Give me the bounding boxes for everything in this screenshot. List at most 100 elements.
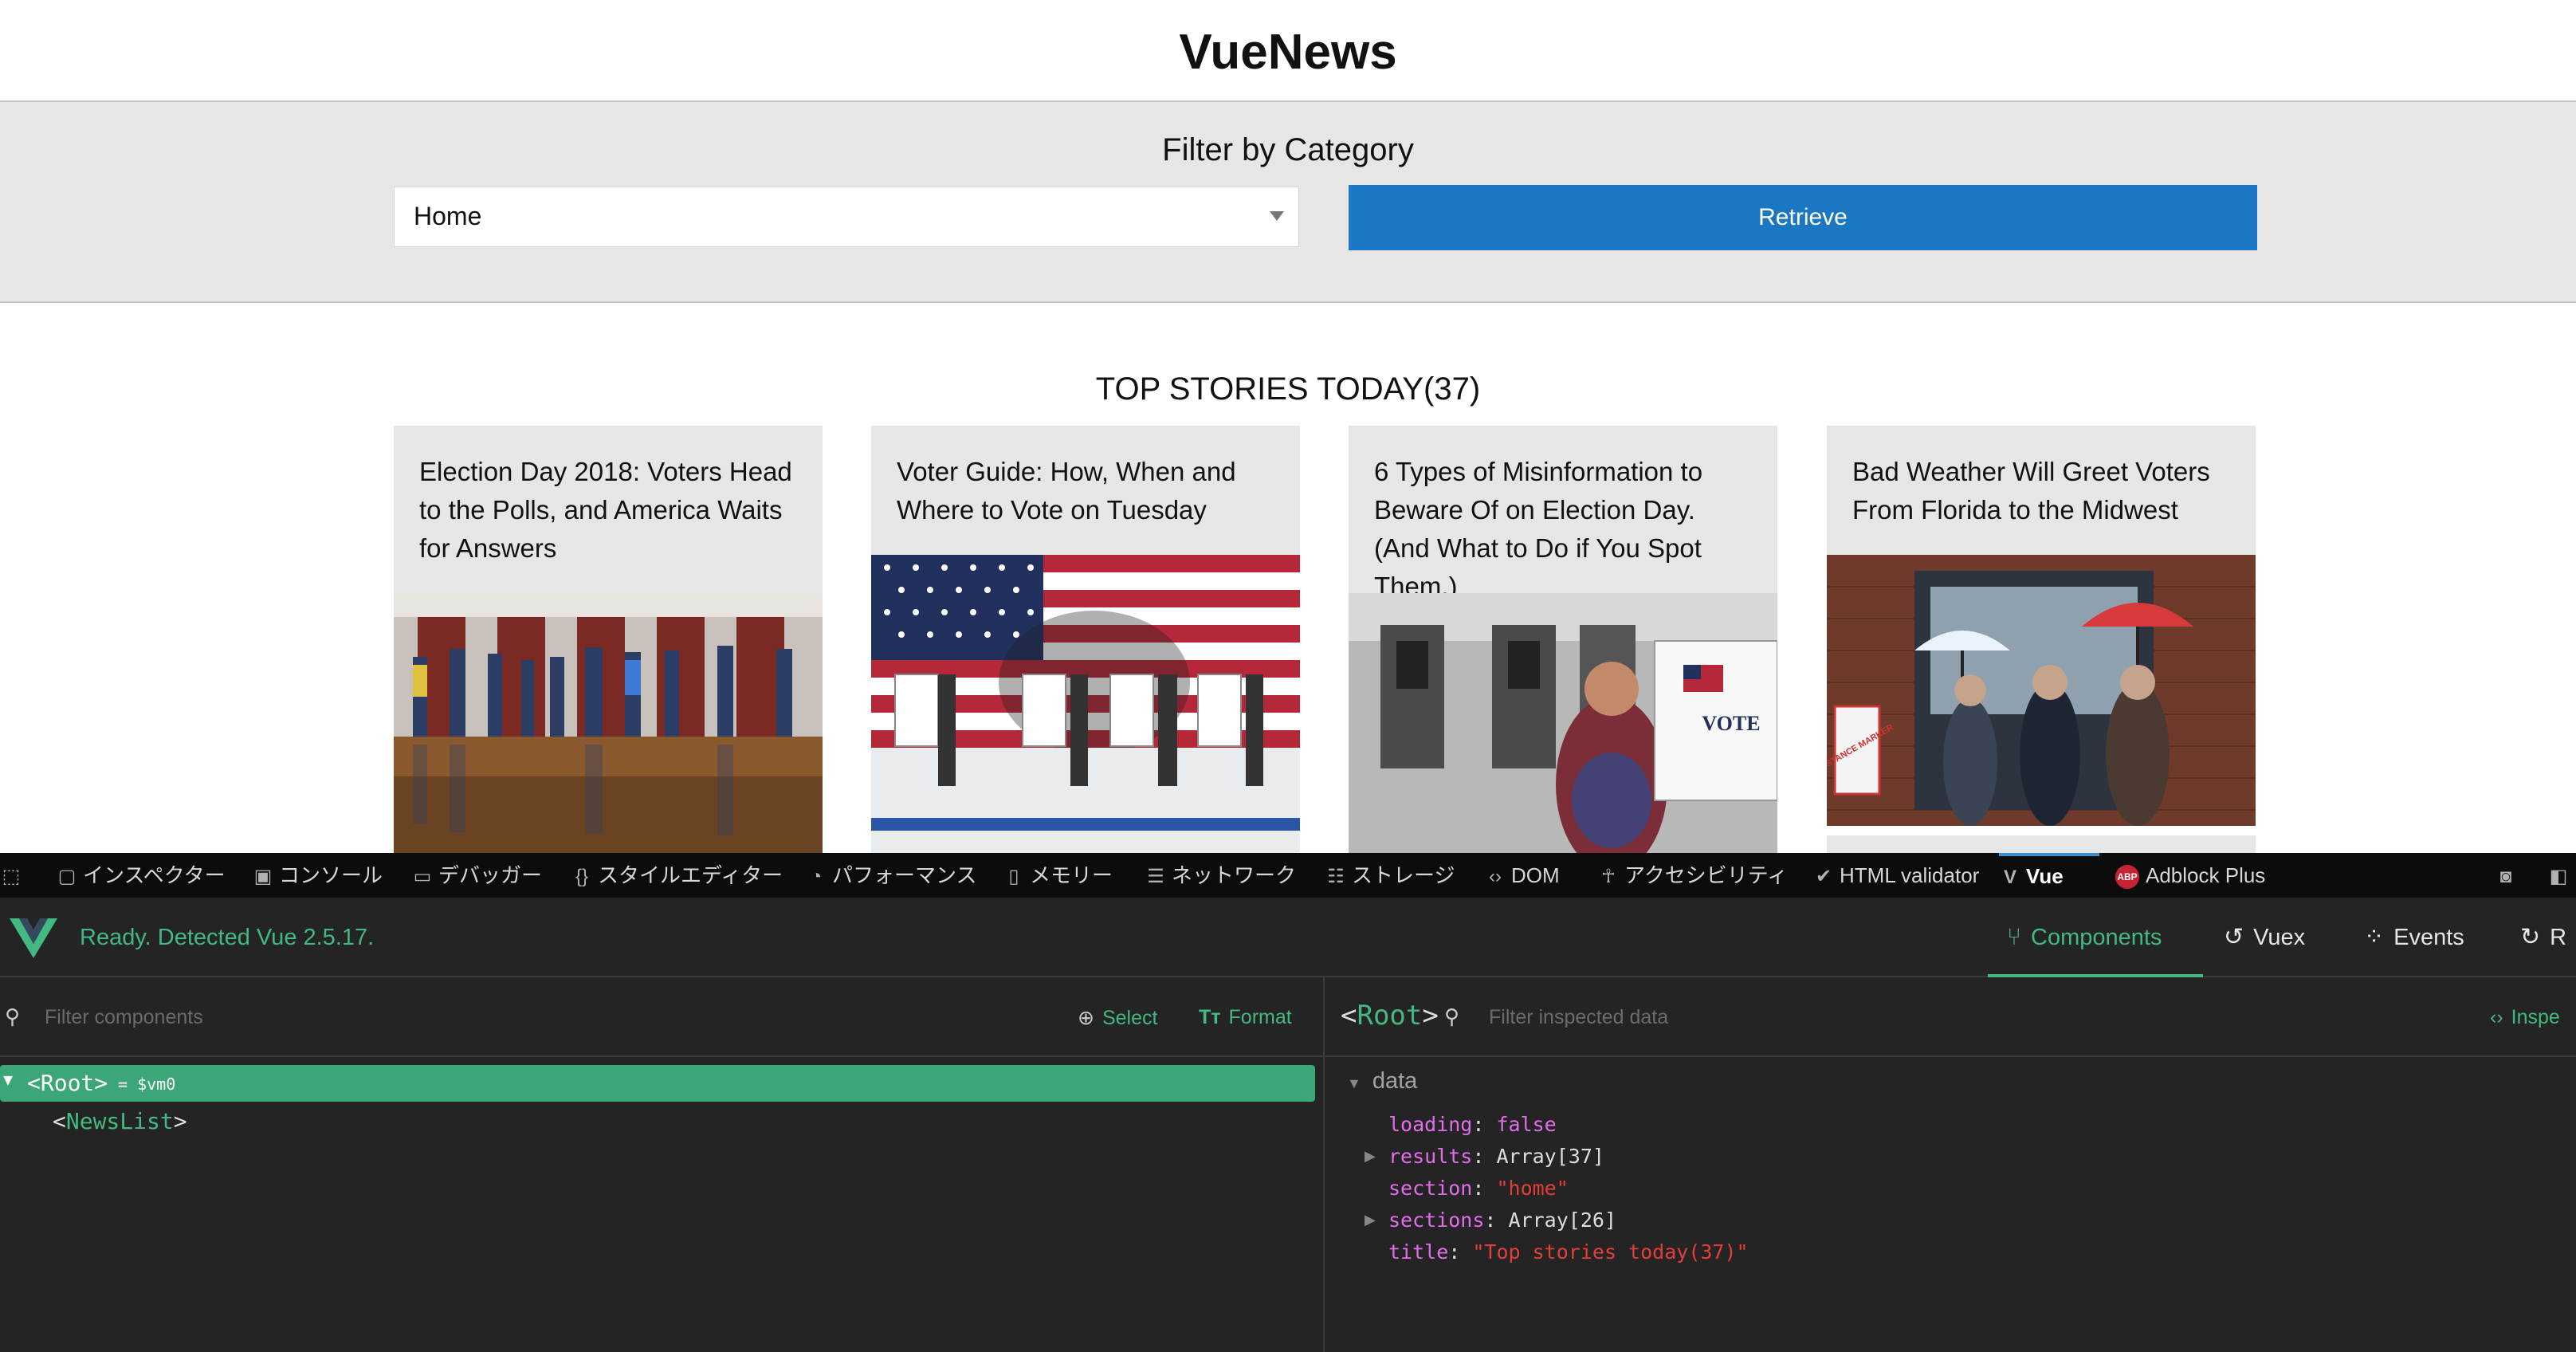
data-row-sections[interactable]: sections: Array[26] (1388, 1209, 1616, 1232)
root-tag: <Root> (27, 1070, 108, 1096)
story-image-flag-mural (871, 555, 1300, 853)
console-icon: ▣ (253, 866, 273, 887)
tab-dom[interactable]: ‹› DOM (1484, 853, 1560, 898)
vm-ref: = $vm0 (118, 1075, 176, 1094)
tab-memory[interactable]: ▯ メモリー (1003, 853, 1113, 898)
format-button[interactable]: Tт Format (1199, 1006, 1292, 1029)
pick-element-icon[interactable]: ⬚ (0, 853, 27, 898)
tab-vue[interactable]: V Vue (1999, 853, 2099, 898)
tab-adblock-plus[interactable]: ABP Adblock Plus (2115, 853, 2265, 898)
tab-performance[interactable]: ◔ パフォーマンス (805, 853, 977, 898)
dom-icon: ‹› (1489, 866, 1502, 887)
app-header: VueNews (0, 0, 2576, 102)
tab-label: メモリー (1030, 863, 1113, 887)
select-component-button[interactable]: ⊕ Select (1078, 1006, 1157, 1030)
vote-sign-text: VOTE (1702, 712, 1760, 735)
story-title[interactable]: Voter Guide: How, When and Where to Vote… (897, 453, 1279, 529)
vue-devtools-panel: Ready. Detected Vue 2.5.17. ⑂ Components … (0, 898, 2576, 1352)
component-tree-child[interactable]: <NewsList> (53, 1108, 187, 1134)
data-row-results[interactable]: results: Array[37] (1388, 1145, 1604, 1168)
stories-heading: TOP STORIES TODAY(37) (1095, 371, 1481, 407)
tab-html-validator[interactable]: ✔ HTML validator (1812, 853, 1979, 898)
collapse-caret-icon: ▼ (1347, 1075, 1361, 1091)
inspector-icon: ▢ (57, 866, 77, 887)
expand-caret-icon[interactable]: ▶ (1365, 1148, 1376, 1165)
dock-side-icon[interactable]: ◧ (2547, 853, 2574, 898)
tab-style-editor[interactable]: {} スタイルエディター (571, 853, 783, 898)
devtools-toolbar: ⬚ ▢ インスペクター ▣ コンソール ▭ デバッガー {} スタイルエディター ◔ パフ… (0, 853, 2576, 898)
tab-debugger[interactable]: ▭ デバッガー (411, 853, 542, 898)
vue-icon: V (2003, 867, 2016, 888)
vue-devtools-header: Ready. Detected Vue 2.5.17. ⑂ Components … (0, 898, 2576, 977)
style-editor-icon: {} (575, 866, 589, 887)
data-row-loading[interactable]: loading: false (1388, 1113, 1557, 1136)
category-select[interactable]: Home (394, 187, 1299, 247)
expand-caret-icon: ▼ (3, 1070, 14, 1089)
nav-label: Events (2393, 925, 2464, 950)
page: VueNews Filter by Category Home Retrieve… (0, 0, 2576, 1352)
tab-network[interactable]: ☰ ネットワーク (1145, 853, 1296, 898)
accessibility-icon: ☥ (1601, 866, 1616, 887)
performance-icon: ◔ (810, 866, 823, 887)
story-title[interactable]: Bad Weather Will Greet Voters From Flori… (1852, 453, 2235, 529)
events-icon: ⁘ (2364, 924, 2385, 950)
data-row-title[interactable]: title: "Top stories today(37)" (1388, 1240, 1749, 1264)
story-image-voting-booth: VOTE (1349, 593, 1777, 853)
crosshair-icon: ⊕ (1078, 1007, 1094, 1029)
retrieve-button[interactable]: Retrieve (1349, 185, 2257, 250)
history-icon: ↺ (2224, 924, 2244, 950)
filter-components-input[interactable]: Filter components (45, 1006, 203, 1029)
tab-console[interactable]: ▣ コンソール (252, 853, 383, 898)
nav-events[interactable]: ⁘ Events (2364, 898, 2464, 977)
nav-components[interactable]: ⑂ Components (1988, 898, 2203, 977)
nav-label: Vuex (2253, 925, 2306, 950)
story-card[interactable]: Voter Guide: How, When and Where to Vote… (871, 426, 1300, 853)
app-title: VueNews (1179, 25, 1397, 80)
story-card[interactable]: 6 Types of Misinformation to Beware Of o… (1349, 426, 1777, 853)
category-select-value: Home (414, 202, 482, 230)
nav-refresh[interactable]: ↻ R (2520, 898, 2566, 977)
tab-label: パフォーマンス (832, 863, 977, 887)
story-title[interactable]: 6 Types of Misinformation to Beware Of o… (1374, 453, 1757, 606)
tab-label: HTML validator (1840, 863, 1980, 887)
vue-status: Ready. Detected Vue 2.5.17. (80, 925, 375, 950)
adblock-plus-icon: ABP (2115, 865, 2139, 890)
html-validator-icon: ✔ (1815, 866, 1832, 887)
filter-inspected-data-input[interactable]: Filter inspected data (1489, 1006, 1668, 1029)
storage-icon: ☷ (1327, 866, 1345, 887)
category-filter: Filter by Category Home Retrieve (0, 102, 2576, 303)
screenshot-icon[interactable]: ◙ (2495, 853, 2522, 898)
text-format-icon: Tт (1199, 1006, 1221, 1028)
vue-logo-icon (10, 918, 57, 958)
chevron-down-icon (1270, 211, 1284, 221)
filter-label: Filter by Category (1162, 132, 1414, 167)
story-card[interactable]: Bad Weather Will Greet Voters From Flori… (1827, 426, 2256, 853)
tab-label: Adblock Plus (2146, 863, 2266, 887)
nav-label: R (2550, 925, 2567, 950)
tab-label: Vue (2026, 864, 2064, 888)
inspector-filter-bar: ⚲ Filter inspected data ‹› Inspe (1325, 977, 2576, 1057)
search-icon: ⚲ (1444, 1004, 1460, 1028)
story-title[interactable]: Election Day 2018: Voters Head to the Po… (419, 453, 802, 568)
tab-label: スタイルエディター (598, 863, 783, 887)
tab-label: コンソール (279, 863, 383, 887)
story-card[interactable]: Election Day 2018: Voters Head to the Po… (394, 426, 823, 853)
data-row-section[interactable]: section: "home" (1388, 1177, 1569, 1200)
tab-inspector[interactable]: ▢ インスペクター (56, 853, 226, 898)
search-icon: ⚲ (5, 1004, 21, 1028)
story-image-umbrellas: DISTANCE MARKER (1827, 555, 2256, 835)
component-tree-root[interactable]: ▼ <Root> = $vm0 (0, 1065, 1315, 1102)
tab-label: DOM (1511, 863, 1560, 887)
nav-vuex[interactable]: ↺ Vuex (2224, 898, 2305, 977)
tab-accessibility[interactable]: ☥ アクセシビリティ (1597, 853, 1788, 898)
expand-caret-icon[interactable]: ▶ (1365, 1212, 1376, 1228)
network-icon: ☰ (1147, 866, 1164, 887)
data-section-header[interactable]: ▼ data (1347, 1068, 1417, 1095)
nav-label: Components (2031, 925, 2162, 950)
tab-label: デバッガー (438, 863, 543, 887)
tab-label: インスペクター (83, 863, 226, 887)
inspect-dom-button[interactable]: ‹› Inspe (2490, 1006, 2560, 1029)
tab-storage[interactable]: ☷ ストレージ (1325, 853, 1455, 898)
inspected-component-name: <Root> (1341, 1000, 1439, 1032)
story-image-voters-line (394, 593, 823, 853)
